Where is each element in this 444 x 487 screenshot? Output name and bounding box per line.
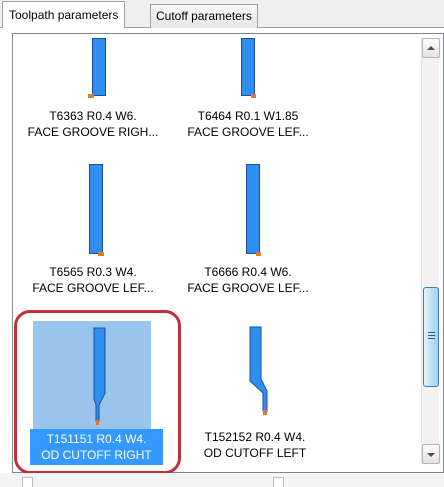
tool-line2: FACE GROOVE LEF... <box>32 281 154 295</box>
tool-line2: FACE GROOVE RIGH... <box>27 125 159 139</box>
tool-insert-icon <box>251 94 256 98</box>
grip-line <box>428 334 435 336</box>
tool-line2: FACE GROOVE LEF... <box>187 125 309 139</box>
tool-line2: FACE GROOVE LEF... <box>187 281 309 295</box>
tool-item-t152152[interactable]: T152152 R0.4 W4. OD CUTOFF LEFT <box>180 321 330 466</box>
groove-tool-icon <box>89 164 103 254</box>
scroll-up-button[interactable] <box>422 38 440 58</box>
scroll-thumb[interactable] <box>423 286 439 387</box>
tool-item-t6565[interactable]: T6565 R0.3 W4. FACE GROOVE LEF... <box>18 164 168 295</box>
tool-line1: T6666 R0.4 W6. <box>204 265 292 279</box>
groove-tool-icon <box>241 38 255 96</box>
chevron-up-icon <box>427 46 435 50</box>
tool-insert-icon <box>98 252 104 256</box>
tool-item-t6464[interactable]: T6464 R0.1 W1.85 FACE GROOVE LEF... <box>173 38 323 158</box>
tool-insert-icon <box>263 410 267 415</box>
tool-item-t6666[interactable]: T6666 R0.4 W6. FACE GROOVE LEF... <box>173 164 323 295</box>
clipped-checkbox[interactable] <box>273 477 284 487</box>
selection-annotation-ring <box>14 310 181 474</box>
tool-line1: T6565 R0.3 W4. <box>49 265 137 279</box>
tool-line2: OD CUTOFF LEFT <box>203 446 307 460</box>
grip-line <box>428 337 435 339</box>
tool-line1: T152152 R0.4 W4. <box>204 430 306 444</box>
tool-item-t6363[interactable]: T6363 R0.4 W6. FACE GROOVE RIGH... <box>18 38 168 158</box>
chevron-down-icon <box>427 453 435 457</box>
tool-insert-icon <box>256 252 261 256</box>
clipped-bottom-area <box>0 473 444 487</box>
tool-line1: T6363 R0.4 W6. <box>49 109 137 123</box>
tab-cutoff-parameters[interactable]: Cutoff parameters <box>150 4 258 28</box>
tool-insert-icon <box>88 94 94 98</box>
clipped-checkbox[interactable] <box>22 477 33 487</box>
tab-toolpath-parameters[interactable]: Toolpath parameters <box>2 1 126 28</box>
tool-line1: T6464 R0.1 W1.85 <box>197 109 299 123</box>
grip-line <box>428 331 435 333</box>
tool-list-scrollbar[interactable] <box>421 38 440 464</box>
scroll-down-button[interactable] <box>422 444 440 464</box>
cutoff-left-tool-icon <box>249 326 268 412</box>
groove-tool-icon <box>92 38 106 96</box>
groove-tool-icon <box>246 164 260 254</box>
